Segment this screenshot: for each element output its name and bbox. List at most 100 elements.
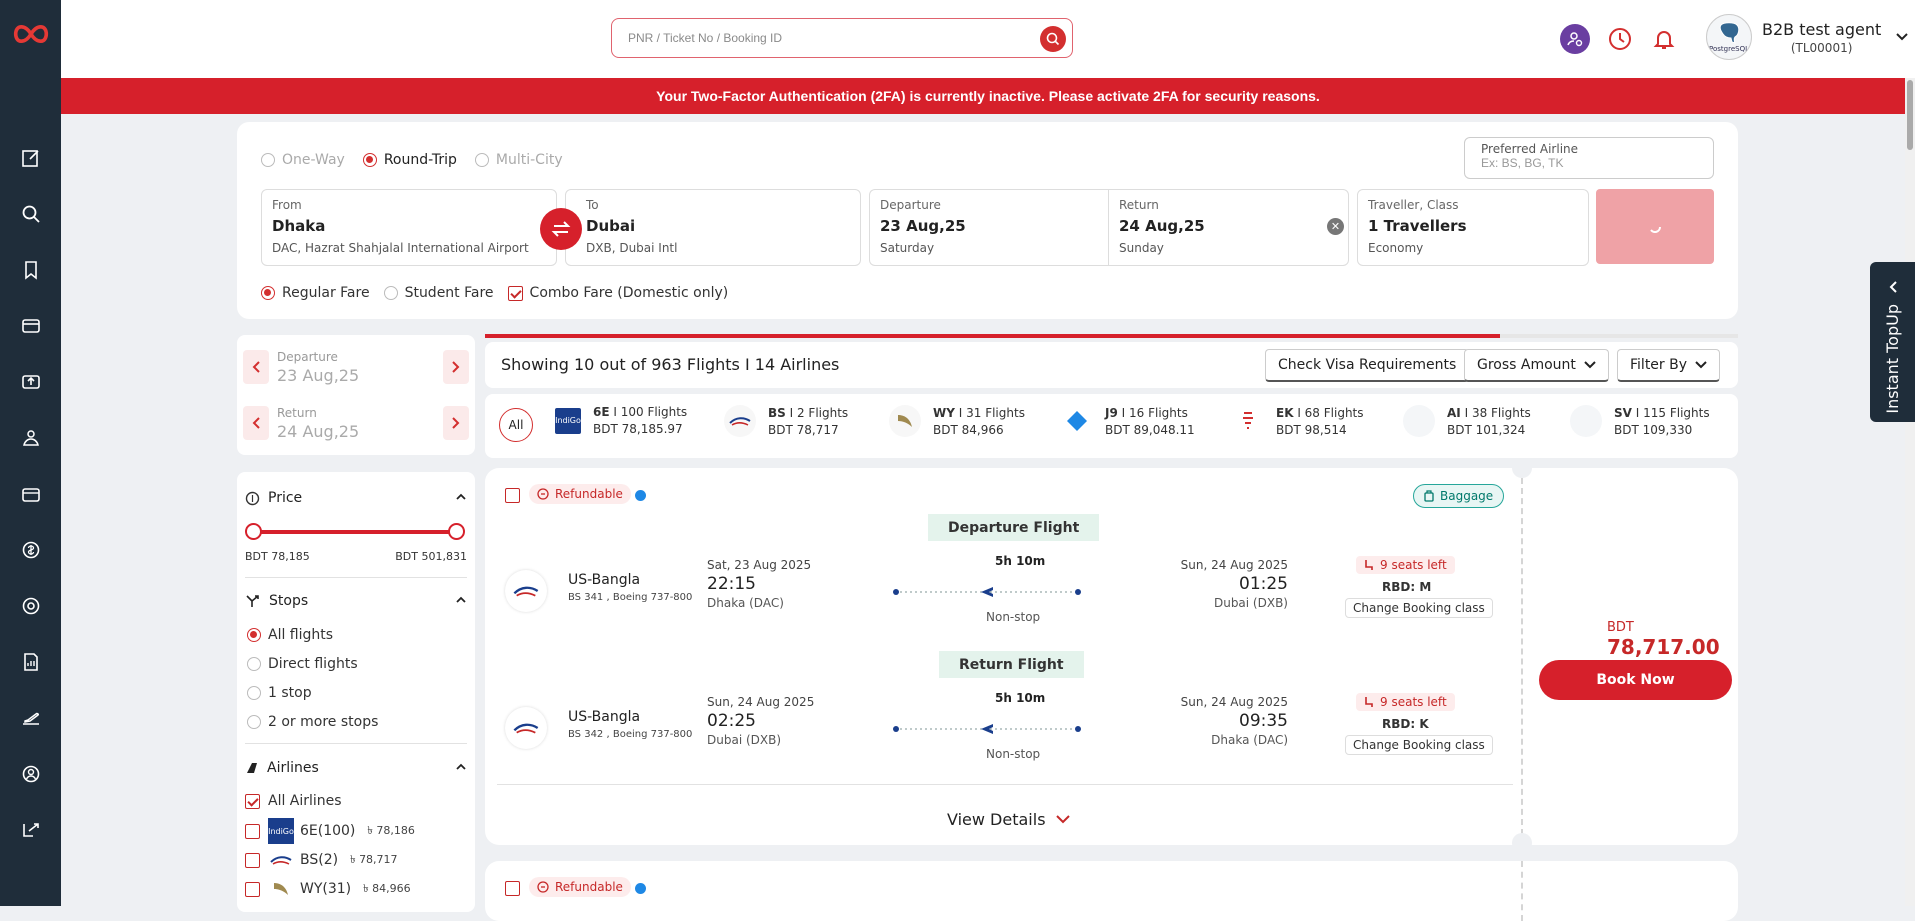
departure-label: Departure [880,198,941,212]
history-button[interactable] [1605,24,1635,54]
agent-switch-button[interactable] [1560,24,1590,54]
next-return-button[interactable] [443,406,469,440]
page-scrollbar[interactable] [1905,78,1915,906]
airline-all-button[interactable]: All [499,408,533,442]
swap-button[interactable] [540,208,582,250]
stops-filter-header[interactable]: Stops [245,593,467,609]
traveller-count: 1 Travellers [1368,217,1467,235]
trip-type-multi-city[interactable]: Multi-City [474,152,563,168]
departure-date-field[interactable]: Departure 23 Aug,25 Saturday [869,189,1110,266]
trip-type-one-way[interactable]: One-Way [261,152,345,168]
airline-filter-wy[interactable]: WY(31) ৳ 84,966 [245,876,411,902]
sidebar-item-travellers[interactable] [0,410,61,466]
filter-by-dropdown[interactable]: Filter By [1617,349,1721,382]
baggage-button[interactable]: Baggage [1413,484,1505,508]
refundable-label: Refundable [555,487,623,501]
check-visa-button[interactable]: Check Visa Requirements [1265,349,1470,382]
airline-chip-6e[interactable]: IndiGo 6E I 100 Flights BDT 78,185.97 [555,405,687,436]
book-now-button[interactable]: Book Now [1539,660,1732,700]
select-flight-checkbox[interactable] [505,488,520,503]
user-name: B2B test agent [1762,19,1882,39]
prev-departure-button[interactable] [243,350,269,384]
stops-direct[interactable]: Direct flights [247,656,358,672]
checkbox-checked-icon [245,793,260,809]
pnr-search-input[interactable] [628,31,1028,45]
chevron-left-icon [252,417,260,429]
brand-logo[interactable] [13,16,49,52]
account-icon [22,765,39,783]
from-airport: DAC, Hazrat Shahjalal International Airp… [272,241,529,255]
price-filter-header[interactable]: Price [245,490,467,506]
to-label: To [586,198,599,212]
status-dot [635,883,646,894]
search-flights-button[interactable] [1596,189,1714,264]
sidebar-item-edit[interactable] [0,130,61,186]
price-min-handle[interactable] [245,523,262,540]
return-date-field[interactable]: Return 24 Aug,25 Sunday ✕ [1108,189,1349,266]
omanair-logo-icon [889,405,921,437]
airline-chip-ai[interactable]: AI I 38 Flights BDT 101,324 [1403,405,1531,437]
airline-filter-all[interactable]: All Airlines [245,793,342,809]
to-field[interactable]: To Dubai DXB, Dubai Intl [565,189,861,266]
prev-return-button[interactable] [243,406,269,440]
refundable-badge: Refundable [529,484,631,504]
price-filter-title: Price [268,490,303,506]
card-icon [21,319,40,333]
filters-panel: Price BDT 78,185 BDT 501,831 Stops All f… [237,472,475,912]
airline-filter-bs[interactable]: BS(2) ৳ 78,717 [245,847,398,873]
airline-chip-wy[interactable]: WY I 31 Flights BDT 84,966 [889,405,1025,437]
sidebar-item-wallet[interactable] [0,466,61,522]
stops-all-flights[interactable]: All flights [247,627,333,643]
sidebar-item-flights[interactable] [0,690,61,746]
preferred-airline-input[interactable] [1481,156,1681,170]
sidebar-item-bookmarks[interactable] [0,242,61,298]
sidebar-item-search[interactable] [0,186,61,242]
airline-chip-ek[interactable]: EK I 68 Flights BDT 98,514 [1232,405,1364,437]
route-line [893,724,1081,734]
user-code: (TL00001) [1790,40,1853,55]
fare-label: Student Fare [404,285,494,301]
gross-amount-dropdown[interactable]: Gross Amount [1464,349,1609,382]
sidebar-item-account[interactable] [0,746,61,802]
flight-result-card: Refundable Baggage Departure Flight US-B… [485,458,1738,853]
sidebar-item-support[interactable] [0,578,61,634]
clear-return-button[interactable]: ✕ [1327,218,1344,235]
sidebar-item-payments[interactable] [0,298,61,354]
next-departure-button[interactable] [443,350,469,384]
view-details-button[interactable]: View Details [947,810,1070,829]
airline-filter-6e[interactable]: IndiGo 6E(100) ৳ 78,186 [245,818,415,844]
price-range-slider[interactable] [245,523,465,540]
user-info: B2B test agent (TL00001) [1762,20,1881,55]
airline-code: 6E [593,405,610,419]
airline-name: US-Bangla [568,709,641,725]
preferred-airline-label: Preferred Airline [1481,142,1579,156]
fare-student[interactable]: Student Fare [383,285,494,301]
fare-combo-checkbox[interactable]: Combo Fare (Domestic only) [507,285,728,301]
stops-two-plus[interactable]: 2 or more stops [247,714,378,730]
from-field[interactable]: From Dhaka DAC, Hazrat Shahjalal Interna… [261,189,557,266]
fare-regular[interactable]: Regular Fare [261,285,370,301]
instant-topup-tab[interactable]: Instant TopUp [1870,262,1915,422]
change-booking-class-button[interactable]: Change Booking class [1345,598,1493,618]
user-menu[interactable]: PostgreSQL B2B test agent (TL00001) [1706,14,1909,60]
scrollbar-thumb[interactable] [1907,80,1913,150]
luggage-icon [1424,490,1434,502]
book-now-label: Book Now [1596,672,1675,688]
notifications-button[interactable] [1649,24,1679,54]
traveller-class-field[interactable]: Traveller, Class 1 Travellers Economy [1357,189,1589,266]
airline-chip-j9[interactable]: J9 I 16 Flights BDT 89,048.11 [1061,405,1195,437]
airline-chip-bs[interactable]: BS I 2 Flights BDT 78,717 [724,405,848,437]
airline-chip-sv[interactable]: SV I 115 Flights BDT 109,330 [1570,405,1710,437]
sidebar-item-finance[interactable] [0,522,61,578]
sidebar-item-deposit[interactable] [0,354,61,410]
sidebar-item-logout[interactable] [0,802,61,858]
change-booking-class-button[interactable]: Change Booking class [1345,735,1493,755]
price-max-handle[interactable] [448,523,465,540]
trip-type-round-trip[interactable]: Round-Trip [362,152,457,168]
sidebar-item-reports[interactable] [0,634,61,690]
search-button[interactable] [1040,26,1066,52]
airlines-filter-header[interactable]: Airlines [245,760,467,776]
stops-one[interactable]: 1 stop [247,685,312,701]
select-flight-checkbox[interactable] [505,881,520,896]
airline-filter-label: BS(2) [300,852,339,868]
